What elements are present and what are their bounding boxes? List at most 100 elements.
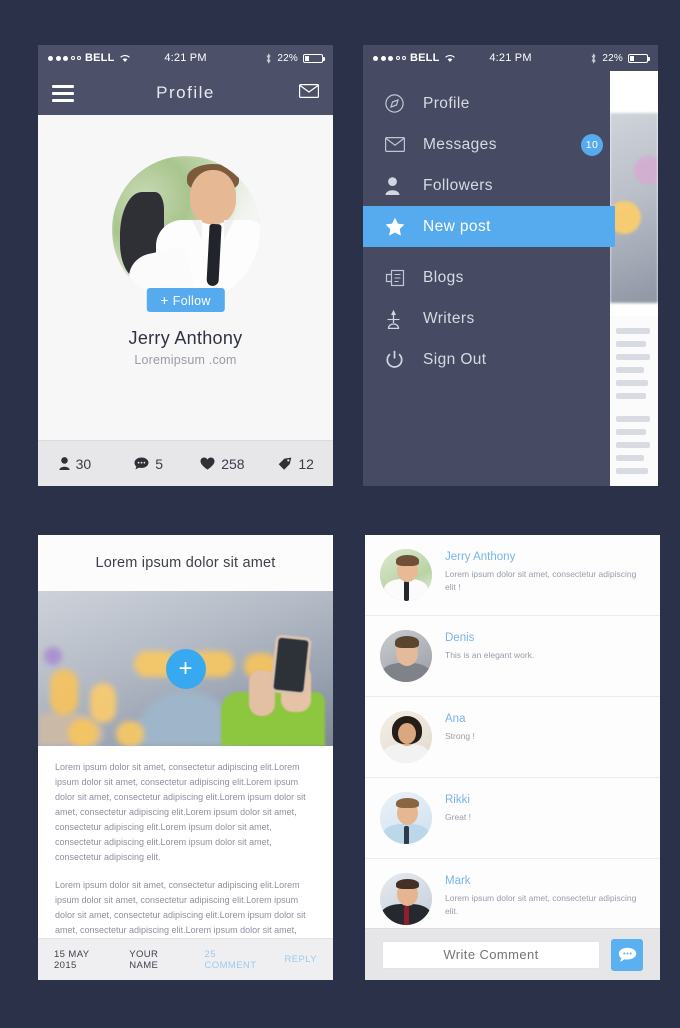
power-icon <box>385 350 411 369</box>
menu-item-label: Sign Out <box>423 350 487 368</box>
comment-author[interactable]: Jerry Anthony <box>445 551 644 563</box>
battery-icon <box>628 53 650 63</box>
comment-item[interactable]: Jerry Anthony Lorem ipsum dolor sit amet… <box>365 535 660 616</box>
menu-list: Profile Messages 10 Followers New post B… <box>363 71 615 380</box>
comment-item[interactable]: Ana Strong ! <box>365 697 660 778</box>
stat-tags-value: 12 <box>298 455 314 472</box>
avatar <box>380 630 432 682</box>
post-screen: Lorem ipsum dolor sit amet + Lorem ipsum… <box>38 535 333 980</box>
stat-comments-value: 5 <box>155 455 164 472</box>
battery-percent-label: 22% <box>602 52 623 64</box>
comment-author[interactable]: Denis <box>445 632 534 644</box>
tag-icon <box>279 457 292 470</box>
comment-author[interactable]: Ana <box>445 713 475 725</box>
menu-item-profile[interactable]: Profile <box>363 83 615 124</box>
post-reply-link[interactable]: REPLY <box>285 954 317 965</box>
post-title: Lorem ipsum dolor sit amet <box>38 535 333 591</box>
comment-text: Great ! <box>445 812 471 822</box>
comment-body: Ana Strong ! <box>445 711 475 743</box>
plus-icon: + <box>160 292 169 308</box>
profile-navbar: Profile <box>38 71 333 115</box>
mockup-page: BELL 4:21 PM 22% Profile + Follow Jerry … <box>0 0 680 1028</box>
page-title: Profile <box>156 83 215 102</box>
menu-container: Profile Messages 10 Followers New post B… <box>363 71 658 486</box>
comment-body: Denis This is an elegant work. <box>445 630 534 662</box>
comment-text: This is an elegant work. <box>445 650 535 660</box>
peek-text-card <box>610 316 658 486</box>
compass-icon <box>385 94 411 113</box>
stat-tags[interactable]: 12 <box>259 456 333 472</box>
profile-website: Loremipsum .com <box>134 353 237 367</box>
stat-likes-value: 258 <box>221 455 245 472</box>
avatar <box>380 873 432 925</box>
comment-author[interactable]: Mark <box>445 875 644 887</box>
menu-screen: BELL 4:21 PM 22% Profile Messages 10 Fol… <box>363 45 658 486</box>
profile-name: Jerry Anthony <box>128 328 243 348</box>
avatar: + Follow <box>111 156 260 312</box>
comment-body: Rikki Great ! <box>445 792 471 824</box>
menu-item-sign-out[interactable]: Sign Out <box>363 339 615 380</box>
avatar <box>380 711 432 763</box>
comments-list: Jerry Anthony Lorem ipsum dolor sit amet… <box>365 535 660 940</box>
add-post-button[interactable]: + <box>165 648 206 689</box>
comment-item[interactable]: Rikki Great ! <box>365 778 660 859</box>
comment-body: Jerry Anthony Lorem ipsum dolor sit amet… <box>445 549 644 594</box>
carrier-label: BELL <box>85 52 115 64</box>
menu-item-label: Profile <box>423 94 470 112</box>
menu-item-new-post[interactable]: New post <box>363 206 615 247</box>
post-date: 15 MAY 2015 <box>54 948 90 971</box>
wifi-icon <box>444 55 455 62</box>
stat-likes[interactable]: 258 <box>186 456 260 472</box>
signal-strength-icon <box>373 55 406 61</box>
comments-screen: Jerry Anthony Lorem ipsum dolor sit amet… <box>365 535 660 980</box>
person-icon <box>385 176 411 195</box>
envelope-icon <box>385 137 411 152</box>
blog-icon <box>385 269 411 287</box>
messages-badge: 10 <box>581 133 603 156</box>
stat-followers[interactable]: 30 <box>38 456 112 472</box>
battery-percent-label: 22% <box>277 52 298 64</box>
menu-item-followers[interactable]: Followers <box>363 165 615 206</box>
comment-text: Lorem ipsum dolor sit amet, consectetur … <box>445 569 637 592</box>
post-hero-image: + <box>38 591 333 746</box>
carrier-label: BELL <box>410 52 440 64</box>
hand-with-phone <box>219 634 327 746</box>
heart-icon <box>200 457 215 470</box>
follow-button[interactable]: + Follow <box>146 288 225 312</box>
comment-author[interactable]: Rikki <box>445 794 471 806</box>
status-bar-right: 22% <box>265 52 325 64</box>
menu-item-blogs[interactable]: Blogs <box>363 257 615 298</box>
menu-item-label: Blogs <box>423 268 464 286</box>
plus-icon: + <box>178 654 193 682</box>
background-content-peek <box>610 71 658 486</box>
battery-icon <box>303 53 325 63</box>
menu-item-label: Messages <box>423 135 497 153</box>
comment-icon <box>134 457 149 470</box>
post-comment-count-link[interactable]: 25 COMMENT <box>205 949 266 971</box>
signal-strength-icon <box>48 55 81 61</box>
envelope-icon[interactable] <box>299 83 319 103</box>
post-footer: 15 MAY 2015 YOUR NAME 25 COMMENT REPLY <box>38 938 333 980</box>
avatar <box>380 549 432 601</box>
bluetooth-icon <box>591 52 596 64</box>
status-bar: BELL 4:21 PM 22% <box>363 45 658 71</box>
star-icon <box>385 217 411 236</box>
comment-body: Mark Lorem ipsum dolor sit amet, consect… <box>445 873 644 918</box>
status-bar-right: 22% <box>590 52 650 64</box>
writer-icon <box>385 309 411 329</box>
comment-item[interactable]: Denis This is an elegant work. <box>365 616 660 697</box>
post-body: Lorem ipsum dolor sit amet, consectetur … <box>38 746 333 968</box>
status-bar: BELL 4:21 PM 22% <box>38 45 333 71</box>
menu-item-writers[interactable]: Writers <box>363 298 615 339</box>
send-comment-button[interactable] <box>611 938 643 971</box>
menu-item-messages[interactable]: Messages 10 <box>363 124 615 165</box>
avatar-photo <box>111 156 260 304</box>
menu-item-label: New post <box>423 217 491 235</box>
comment-input[interactable] <box>382 940 600 969</box>
menu-item-label: Followers <box>423 176 493 194</box>
chat-bubble-icon <box>618 947 636 962</box>
stat-comments[interactable]: 5 <box>112 456 186 472</box>
stat-followers-value: 30 <box>75 455 92 472</box>
comment-input-bar <box>365 928 660 980</box>
post-paragraph-1: Lorem ipsum dolor sit amet, consectetur … <box>55 762 306 862</box>
